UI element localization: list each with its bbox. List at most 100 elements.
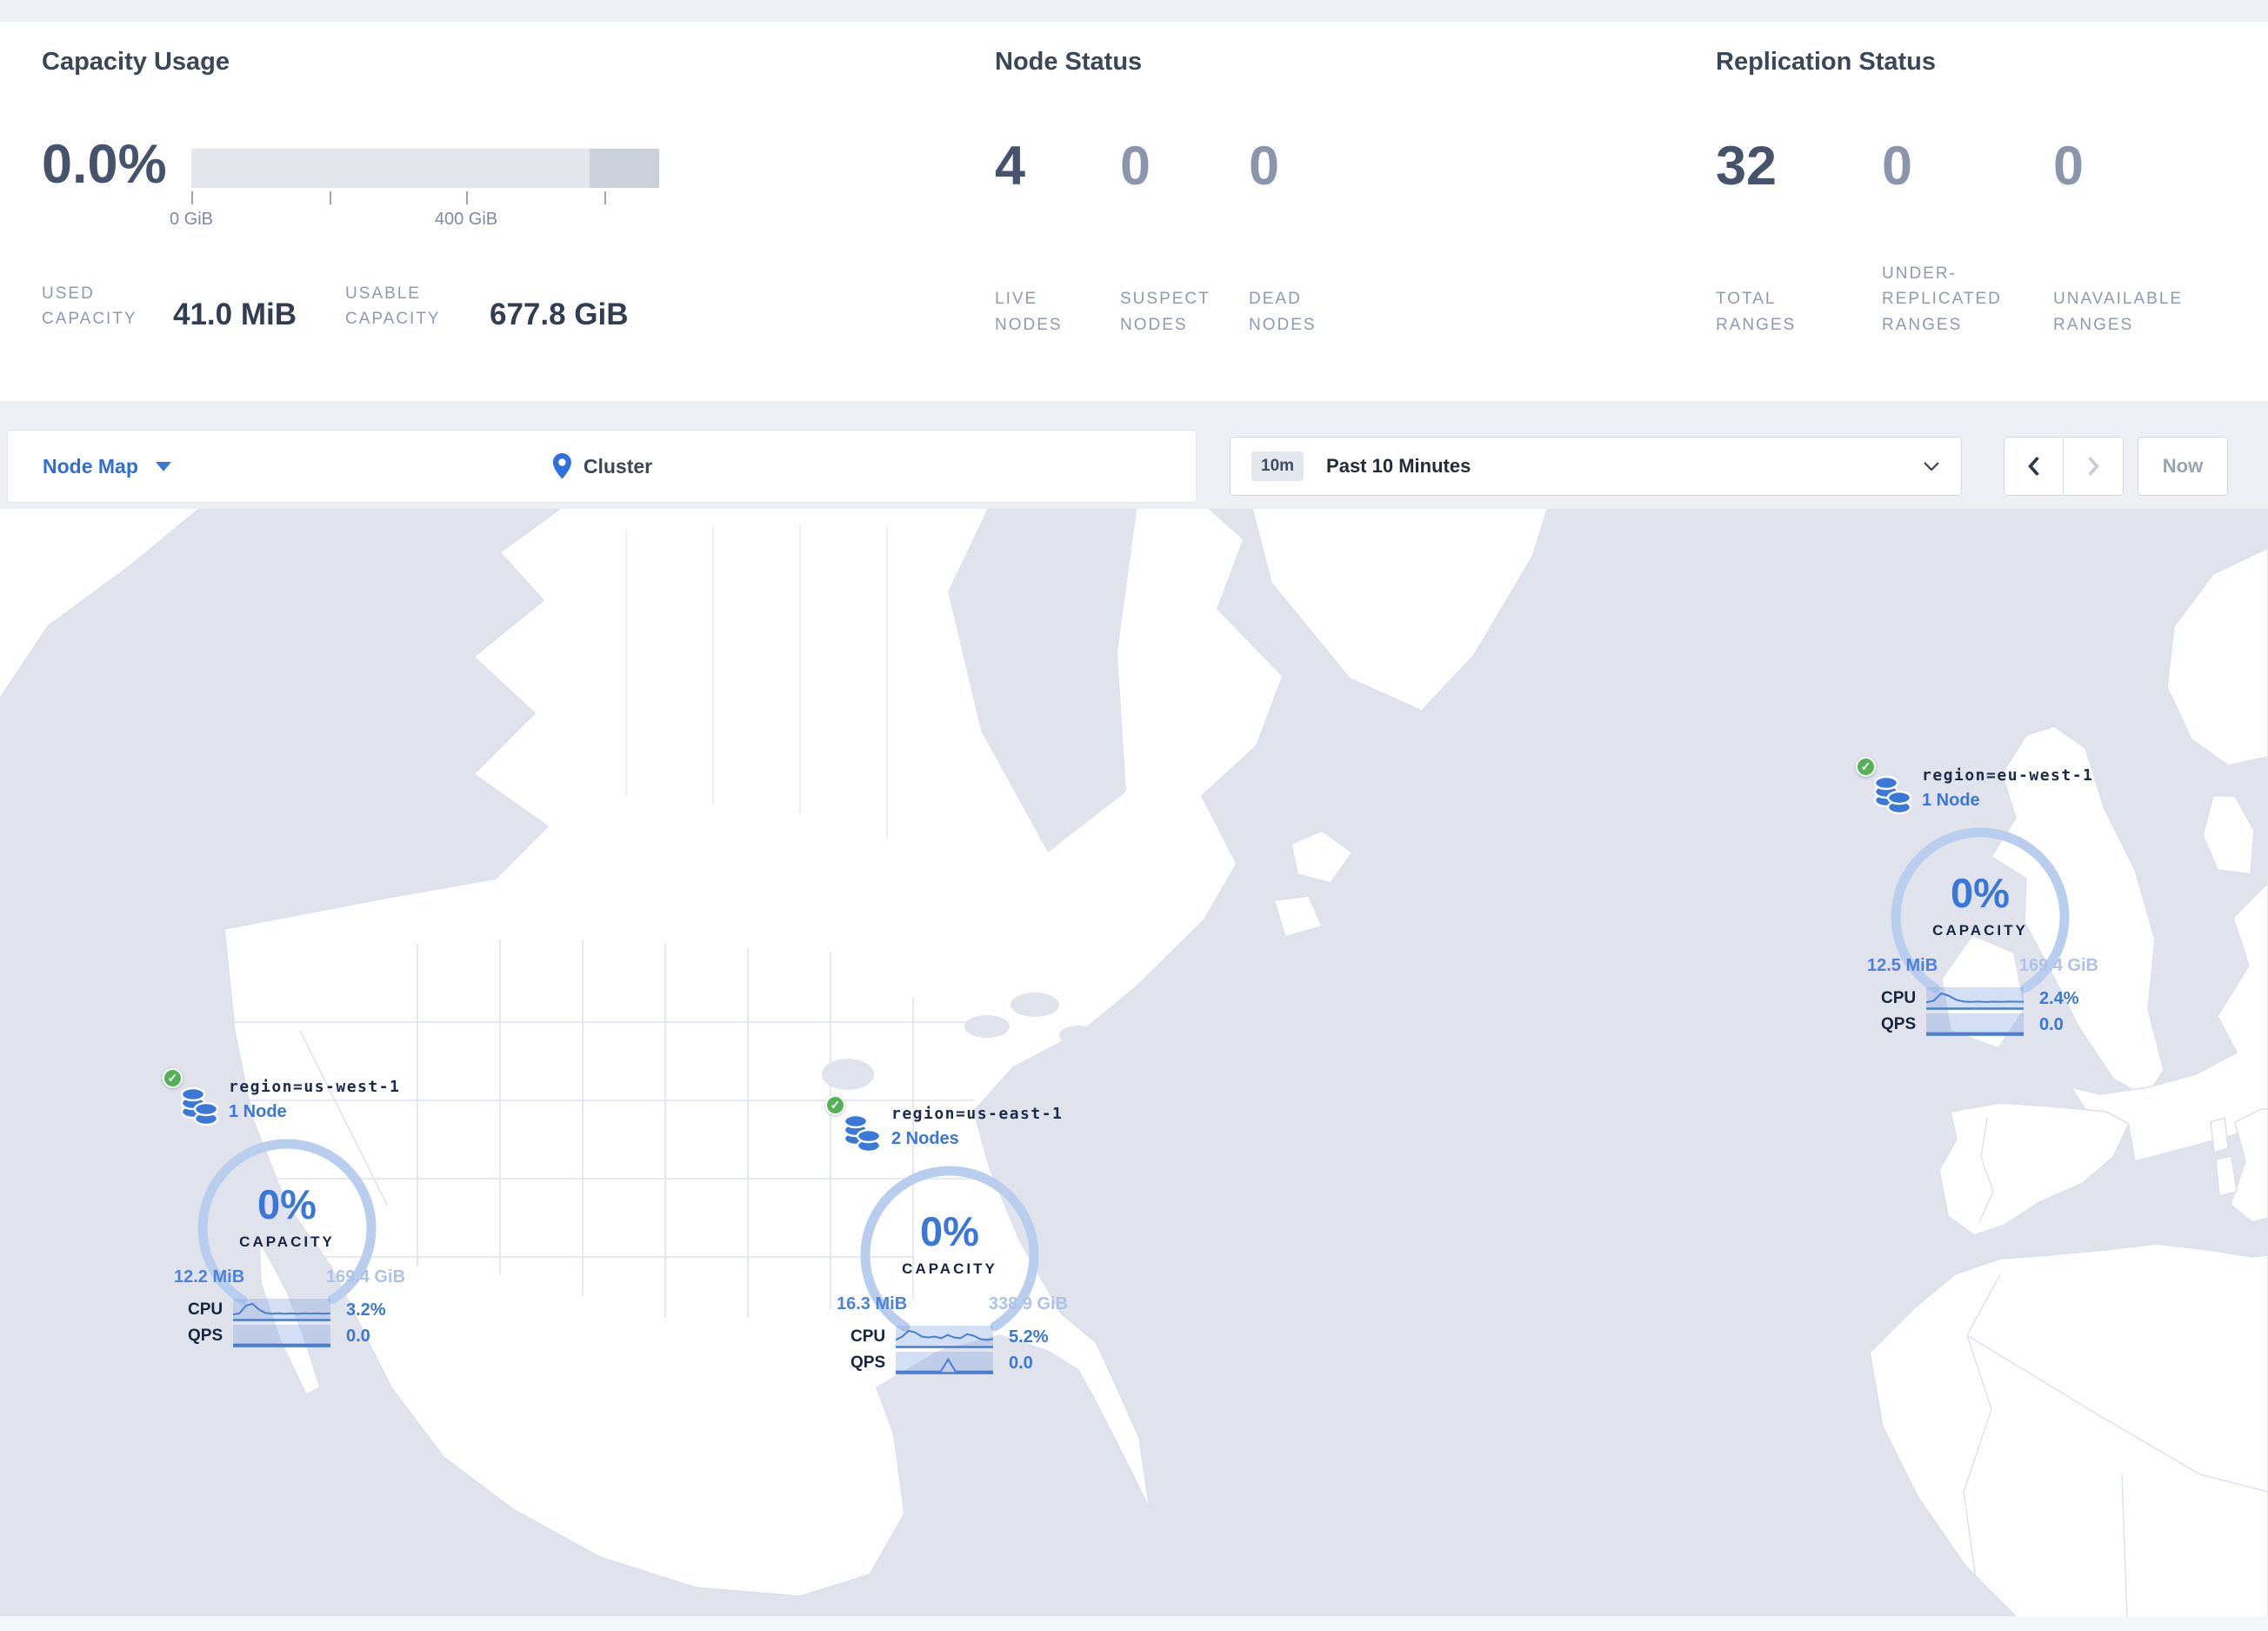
total-capacity: 169.4 GiB — [325, 1267, 405, 1287]
cpu-label: CPU — [188, 1300, 223, 1319]
total-ranges-stat: 32 TOTAL RANGES — [1716, 139, 1882, 338]
qps-sparkline — [233, 1325, 330, 1347]
cpu-value: 3.2% — [346, 1300, 386, 1320]
dead-nodes-value: 0 — [1249, 136, 1280, 197]
region-nodes-link[interactable]: 2 Nodes — [891, 1129, 1063, 1149]
now-button[interactable]: Now — [2138, 437, 2228, 496]
unavailable-ranges-value: 0 — [2053, 136, 2085, 197]
node-status-title: Node Status — [995, 48, 1143, 76]
usable-capacity-stat: USABLE CAPACITY 677.8 GiB — [345, 281, 629, 332]
capacity-label: CAPACITY — [902, 1260, 997, 1277]
database-stack-icon — [843, 1113, 882, 1153]
capacity-axis-tick — [191, 191, 193, 204]
map-water-great-lake — [822, 1059, 874, 1090]
capacity-percent: 0% — [257, 1181, 317, 1227]
view-selector-label: Node Map — [43, 454, 138, 478]
qps-label: QPS — [1881, 1015, 1917, 1033]
cpu-value: 5.2% — [1009, 1327, 1049, 1347]
region-marker-us-west-1[interactable]: ✓ region=us-west-1 1 Node 0% CAPACITY 12… — [157, 1063, 417, 1363]
under-replicated-ranges-stat: 0 UNDER-REPLICATED RANGES — [1882, 139, 2053, 338]
replication-status-panel: Replication Status 32 TOTAL RANGES 0 UND… — [1716, 22, 2264, 401]
used-capacity-label: USED CAPACITY — [42, 284, 137, 329]
used-capacity: 12.2 MiB — [174, 1267, 245, 1287]
now-button-label: Now — [2162, 455, 2204, 477]
cpu-sparkline — [1925, 987, 2025, 1010]
dead-nodes-label: DEAD NODES — [1249, 290, 1317, 334]
capacity-usage-panel: Capacity Usage 0.0% 0 GiB 400 GiB USED C… — [42, 22, 911, 401]
region-nodes-link[interactable]: 1 Node — [229, 1102, 400, 1122]
live-nodes-value: 4 — [995, 136, 1026, 197]
time-range-badge: 10m — [1251, 451, 1304, 481]
region-marker-eu-west-1[interactable]: ✓ region=eu-west-1 1 Node 0% CAPACITY 12… — [1850, 752, 2111, 1052]
map-pin-icon — [552, 453, 571, 479]
map-toolbar: Node Map Cluster — [7, 430, 1197, 503]
prev-time-window-button[interactable] — [2005, 438, 2064, 495]
cpu-label: CPU — [850, 1327, 886, 1346]
usable-capacity-label: USABLE CAPACITY — [345, 284, 441, 329]
chevron-down-icon — [155, 461, 171, 471]
map-island-corsica — [2210, 1117, 2229, 1153]
capacity-label: CAPACITY — [1932, 922, 2028, 939]
unavailable-ranges-stat: 0 UNAVAILABLE RANGES — [2053, 139, 2236, 338]
cpu-label: CPU — [1881, 989, 1917, 1007]
chevron-left-icon — [2027, 456, 2039, 477]
region-marker-us-east-1[interactable]: ✓ region=us-east-1 2 Nodes 0% CAPACITY 1… — [819, 1090, 1080, 1390]
time-window-arrows — [2004, 437, 2124, 496]
map-water-great-lake — [1011, 993, 1059, 1017]
chevron-down-icon — [1924, 462, 1939, 471]
map-water-great-lake — [964, 1015, 1010, 1038]
chevron-right-icon — [2088, 456, 2099, 477]
region-name: region=eu-west-1 — [1922, 766, 2094, 785]
live-nodes-label: LIVE NODES — [995, 290, 1063, 334]
total-capacity: 169.4 GiB — [2018, 956, 2098, 975]
suspect-nodes-stat: 0 SUSPECT NODES — [1120, 139, 1249, 338]
cpu-value: 2.4% — [2039, 988, 2079, 1008]
cpu-sparkline — [895, 1326, 994, 1348]
suspect-nodes-value: 0 — [1120, 136, 1151, 197]
qps-sparkline — [896, 1352, 993, 1374]
capacity-axis-tick — [330, 191, 331, 204]
time-range-label: Past 10 Minutes — [1326, 455, 1471, 477]
total-ranges-label: TOTAL RANGES — [1716, 290, 1797, 334]
breadcrumb[interactable]: Cluster — [551, 452, 652, 480]
capacity-axis-label-0: 0 GiB — [169, 210, 214, 229]
suspect-nodes-label: SUSPECT NODES — [1120, 290, 1211, 334]
capacity-axis-label-400: 400 GiB — [434, 210, 498, 229]
qps-value: 0.0 — [2039, 1014, 2064, 1034]
used-capacity: 12.5 MiB — [1867, 956, 1938, 975]
qps-value: 0.0 — [1009, 1353, 1033, 1373]
region-nodes-link[interactable]: 1 Node — [1922, 791, 2093, 811]
usable-capacity-value: 677.8 GiB — [490, 297, 629, 331]
used-capacity: 16.3 MiB — [837, 1294, 908, 1313]
cpu-sparkline — [232, 1299, 331, 1321]
database-stack-icon — [1873, 775, 1912, 815]
next-time-window-button[interactable] — [2064, 438, 2123, 495]
breadcrumb-cluster-label: Cluster — [583, 454, 653, 478]
qps-sparkline — [1926, 1013, 2024, 1036]
capacity-usage-title: Capacity Usage — [42, 48, 230, 76]
capacity-percent: 0.0% — [42, 134, 167, 195]
qps-value: 0.0 — [346, 1326, 370, 1346]
capacity-axis-tick — [466, 191, 468, 204]
database-stack-icon — [180, 1086, 219, 1126]
under-replicated-ranges-label: UNDER-REPLICATED RANGES — [1882, 264, 2002, 334]
region-name: region=us-east-1 — [891, 1105, 1064, 1123]
time-range-select[interactable]: 10m Past 10 Minutes — [1230, 437, 1962, 496]
unavailable-ranges-label: UNAVAILABLE RANGES — [2053, 290, 2184, 334]
qps-label: QPS — [850, 1354, 886, 1372]
live-nodes-stat: 4 LIVE NODES — [995, 139, 1120, 338]
dead-nodes-stat: 0 DEAD NODES — [1249, 139, 1379, 338]
capacity-bar-reserved-segment — [590, 149, 659, 188]
capacity-gauge-arc — [197, 1139, 377, 1318]
view-selector-dropdown[interactable]: Node Map — [43, 455, 171, 478]
cluster-summary-bar: Capacity Usage 0.0% 0 GiB 400 GiB USED C… — [0, 22, 2268, 401]
qps-label: QPS — [188, 1327, 223, 1345]
node-map[interactable]: ✓ region=us-west-1 1 Node 0% CAPACITY 12… — [0, 509, 2268, 1631]
capacity-label: CAPACITY — [239, 1233, 335, 1250]
used-capacity-value: 41.0 MiB — [173, 297, 297, 331]
replication-status-title: Replication Status — [1716, 48, 1936, 76]
region-name: region=us-west-1 — [229, 1078, 401, 1096]
capacity-axis-tick — [604, 191, 606, 204]
node-status-panel: Node Status 4 LIVE NODES 0 SUSPECT NODES… — [995, 22, 1604, 401]
under-replicated-ranges-value: 0 — [1882, 136, 1913, 197]
